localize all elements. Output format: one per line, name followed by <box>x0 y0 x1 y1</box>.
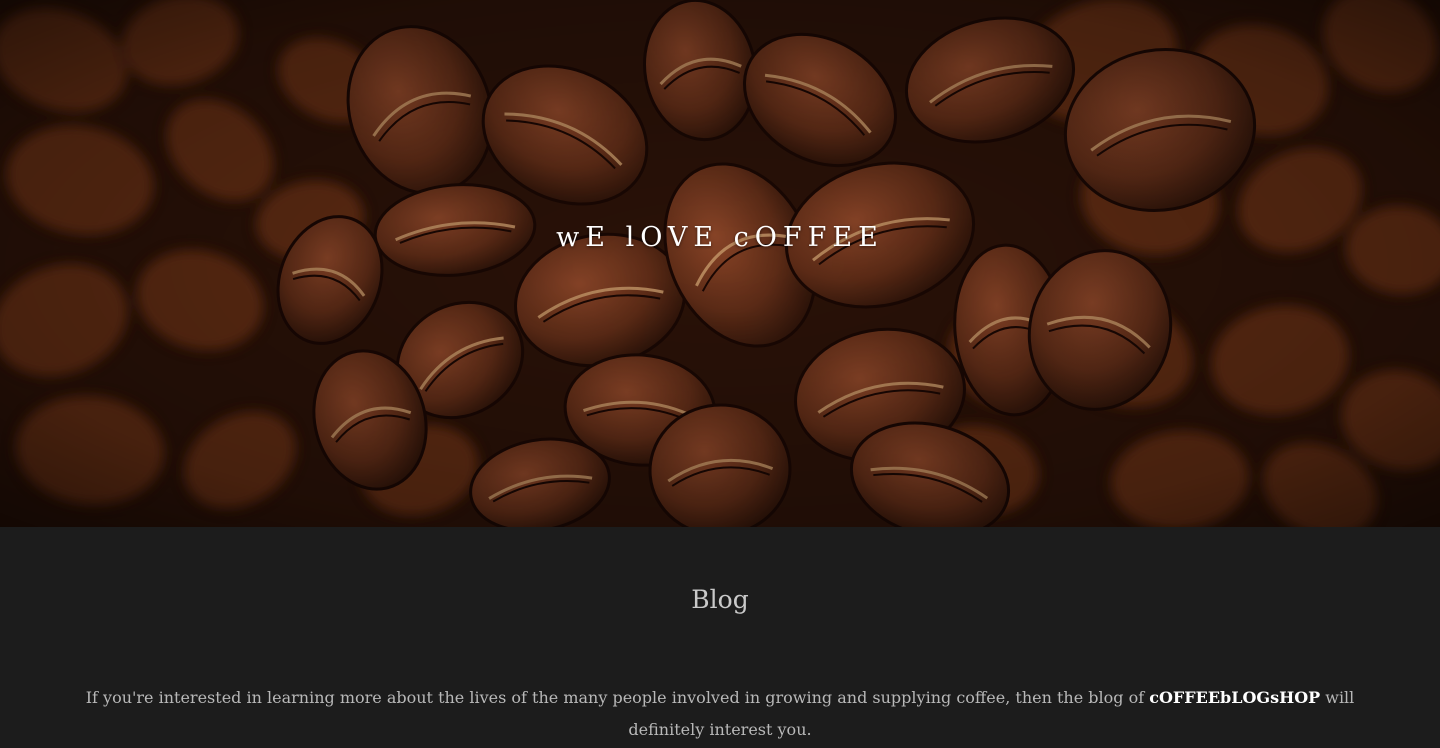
blog-intro-text: If you're interested in learning more ab… <box>80 682 1360 746</box>
hero-banner: wE lOVE cOFFEE <box>0 0 1440 527</box>
blog-heading: Blog <box>691 585 749 614</box>
hero-title: wE lOVE cOFFEE <box>556 222 884 253</box>
blog-section: Blog If you're interested in learning mo… <box>0 527 1440 748</box>
brand-name: cOFFEEbLOGsHOP <box>1149 688 1321 707</box>
coffee-beans-photo <box>0 0 1440 527</box>
blog-intro-text-before: If you're interested in learning more ab… <box>85 688 1150 707</box>
